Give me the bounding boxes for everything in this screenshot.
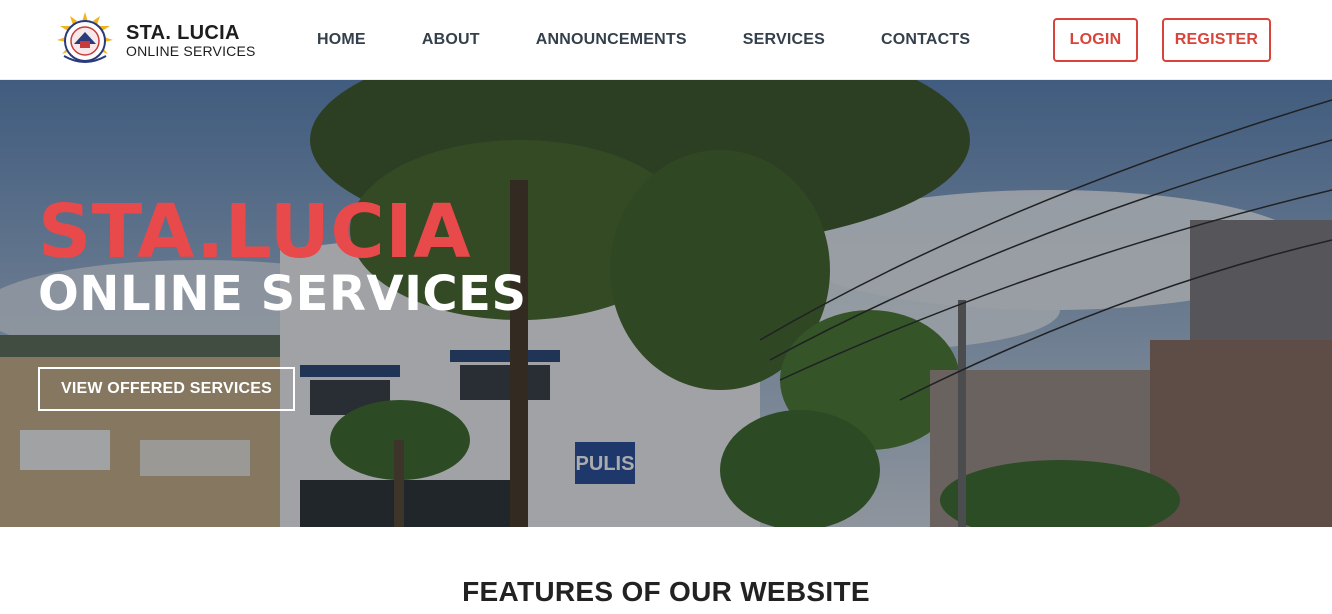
barangay-seal-icon <box>57 12 113 63</box>
site-header: STA. LUCIA ONLINE SERVICES HOME ABOUT AN… <box>0 0 1332 80</box>
nav-about[interactable]: ABOUT <box>422 31 480 49</box>
brand-title: STA. LUCIA <box>126 21 240 44</box>
brand-subtitle: ONLINE SERVICES <box>126 42 256 59</box>
nav-home[interactable]: HOME <box>317 31 366 49</box>
nav-contacts[interactable]: CONTACTS <box>881 31 970 49</box>
login-button[interactable]: LOGIN <box>1053 18 1138 62</box>
hero-title: STA.LUCIA <box>38 189 471 275</box>
brand-logo-link[interactable]: STA. LUCIA ONLINE SERVICES <box>50 10 256 70</box>
hero-banner: PULIS STA.LUCIA ONLINE SERVICES VIEW OFF… <box>0 80 1332 527</box>
nav-services[interactable]: SERVICES <box>743 31 825 49</box>
register-button[interactable]: REGISTER <box>1162 18 1271 62</box>
nav-announcements[interactable]: ANNOUNCEMENTS <box>536 31 687 49</box>
hero-subtitle: ONLINE SERVICES <box>38 266 527 322</box>
main-nav: HOME ABOUT ANNOUNCEMENTS SERVICES CONTAC… <box>317 0 1026 80</box>
features-heading: FEATURES OF OUR WEBSITE <box>462 576 870 607</box>
view-offered-services-button[interactable]: VIEW OFFERED SERVICES <box>38 367 295 411</box>
